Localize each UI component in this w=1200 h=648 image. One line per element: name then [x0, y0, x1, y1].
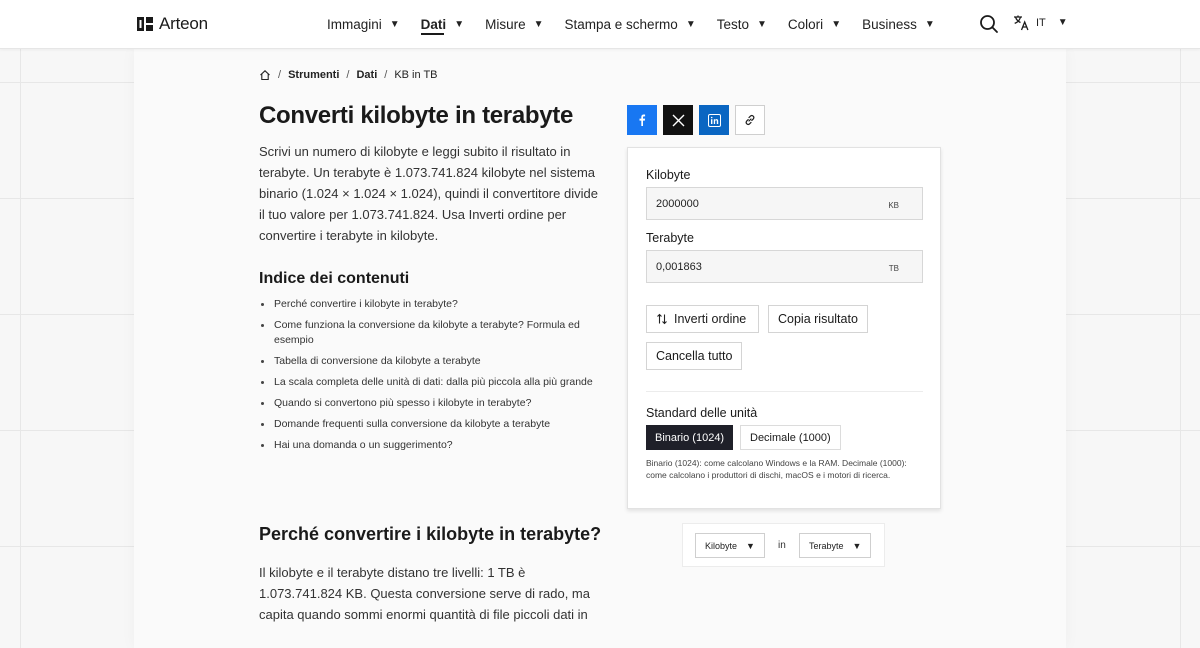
nav-label: Colori: [787, 16, 824, 32]
caret-down-icon: ▼: [746, 540, 755, 551]
nav-item-misure[interactable]: Misure ▼: [485, 0, 543, 48]
from-field-label: Kilobyte: [646, 168, 691, 182]
caret-down-icon: ▼: [757, 18, 767, 30]
caret-down-icon: ▼: [924, 18, 935, 30]
swap-order-button[interactable]: Inverti ordine: [646, 305, 759, 333]
toc-item[interactable]: Quando si convertono più spesso i kiloby…: [259, 396, 599, 411]
share-x-button[interactable]: [663, 105, 693, 135]
from-unit-value: Kilobyte: [705, 540, 738, 551]
translate-icon: [1014, 15, 1029, 31]
terabyte-input[interactable]: [647, 251, 876, 282]
toc-item[interactable]: Hai una domanda o un suggerimento?: [259, 438, 599, 453]
nav-item-business[interactable]: Business ▼: [862, 0, 935, 48]
caret-down-icon: ▼: [831, 18, 842, 30]
caret-down-icon: ▼: [389, 18, 400, 30]
caret-down-icon: ▼: [685, 18, 696, 30]
search-button[interactable]: [978, 13, 1000, 35]
nav-item-colori[interactable]: Colori ▼: [788, 0, 841, 48]
copy-link-button[interactable]: [735, 105, 765, 135]
decimal-standard-toggle[interactable]: Decimale (1000): [740, 425, 841, 450]
divider: [646, 391, 923, 392]
main-nav: Immagini ▼ Dati ▼ Misure ▼ Stampa e sche…: [327, 0, 956, 48]
unit-standard-label: Standard delle unità: [646, 406, 758, 420]
nav-item-dati[interactable]: Dati ▼: [420, 0, 465, 48]
nav-label: Immagini: [327, 16, 382, 32]
caret-down-icon: ▼: [533, 18, 544, 30]
facebook-icon: [639, 114, 646, 126]
breadcrumb-item-dati[interactable]: Dati: [356, 69, 377, 81]
nav-label: Testo: [716, 16, 750, 32]
kilobyte-input[interactable]: [647, 188, 876, 219]
standard-note: Binario (1024): come calcolano Windows e…: [646, 458, 907, 480]
swap-arrows-icon: [657, 313, 667, 325]
terabyte-field: TB: [646, 250, 923, 283]
toc-item[interactable]: Tabella di conversione da kilobyte a ter…: [259, 354, 599, 369]
converter-panel: Kilobyte KB Terabyte TB Inverti ordine C…: [627, 147, 941, 509]
unit-connector: in: [778, 540, 786, 551]
binary-standard-toggle[interactable]: Binario (1024): [646, 425, 734, 450]
kilobyte-field: KB: [646, 187, 923, 220]
x-icon: [672, 114, 684, 126]
to-field-label: Terabyte: [646, 231, 694, 245]
breadcrumb-current: KB in TB: [394, 69, 438, 81]
share-facebook-button[interactable]: [627, 105, 657, 135]
swap-order-label: Inverti ordine: [674, 312, 747, 326]
arteon-logo-icon: [137, 17, 153, 31]
intro-paragraph: Scrivi un numero di kilobyte e leggi sub…: [259, 144, 598, 243]
from-unit-label: KB: [888, 201, 899, 210]
nav-item-stampa-e-schermo[interactable]: Stampa e schermo ▼: [565, 0, 696, 48]
breadcrumb: / Strumenti / Dati / KB in TB: [259, 69, 438, 81]
clear-all-button[interactable]: Cancella tutto: [646, 342, 743, 370]
toc-item[interactable]: Domande frequenti sulla conversione da k…: [259, 417, 599, 432]
brand-logo[interactable]: Arteon: [137, 13, 208, 35]
toc-title: Indice dei contenuti: [259, 270, 410, 287]
breadcrumb-separator: /: [346, 69, 350, 81]
home-icon[interactable]: [259, 69, 271, 81]
copy-result-label: Copia risultato: [778, 312, 858, 326]
nav-label: Stampa e schermo: [564, 16, 678, 32]
unit-picker: Kilobyte ▼ in Terabyte ▼: [682, 523, 885, 567]
section-paragraph: Il kilobyte e il terabyte distano tre li…: [259, 565, 590, 622]
breadcrumb-separator: /: [384, 69, 388, 81]
caret-down-icon: ▼: [852, 540, 862, 551]
nav-label: Misure: [485, 16, 526, 32]
to-unit-select[interactable]: Terabyte ▼: [799, 533, 872, 558]
to-unit-value: Terabyte: [809, 540, 844, 551]
share-buttons: [627, 105, 765, 135]
to-unit-label: TB: [888, 264, 899, 273]
page-title: Converti kilobyte in terabyte: [259, 102, 574, 129]
table-of-contents: Perché convertire i kilobyte in terabyte…: [259, 297, 599, 459]
linkedin-icon: [707, 113, 721, 127]
nav-item-testo[interactable]: Testo ▼: [717, 0, 767, 48]
nav-item-immagini[interactable]: Immagini ▼: [327, 0, 400, 48]
from-unit-select[interactable]: Kilobyte ▼: [695, 533, 765, 558]
toc-item[interactable]: Perché convertire i kilobyte in terabyte…: [259, 297, 599, 312]
breadcrumb-item-strumenti[interactable]: Strumenti: [288, 69, 339, 81]
toc-item[interactable]: Come funziona la conversione da kilobyte…: [259, 318, 599, 348]
clear-all-label: Cancella tutto: [656, 349, 733, 363]
breadcrumb-separator: /: [278, 69, 282, 81]
language-code: IT: [1036, 16, 1046, 29]
search-icon: [980, 15, 998, 33]
toc-item[interactable]: La scala completa delle unità di dati: d…: [259, 375, 599, 390]
section-title: Perché convertire i kilobyte in terabyte…: [259, 524, 602, 544]
top-navigation-bar: Arteon Immagini ▼ Dati ▼ Misure ▼ Stampa…: [0, 0, 1200, 49]
share-linkedin-button[interactable]: [699, 105, 729, 135]
copy-result-button[interactable]: Copia risultato: [768, 305, 868, 333]
link-icon: [745, 115, 755, 125]
language-selector[interactable]: IT ▼: [1013, 14, 1068, 31]
caret-down-icon: ▼: [454, 18, 465, 30]
brand-name: Arteon: [159, 14, 208, 33]
nav-label: Business: [862, 16, 917, 32]
caret-down-icon: ▼: [1057, 17, 1068, 28]
nav-label: Dati: [420, 16, 447, 32]
